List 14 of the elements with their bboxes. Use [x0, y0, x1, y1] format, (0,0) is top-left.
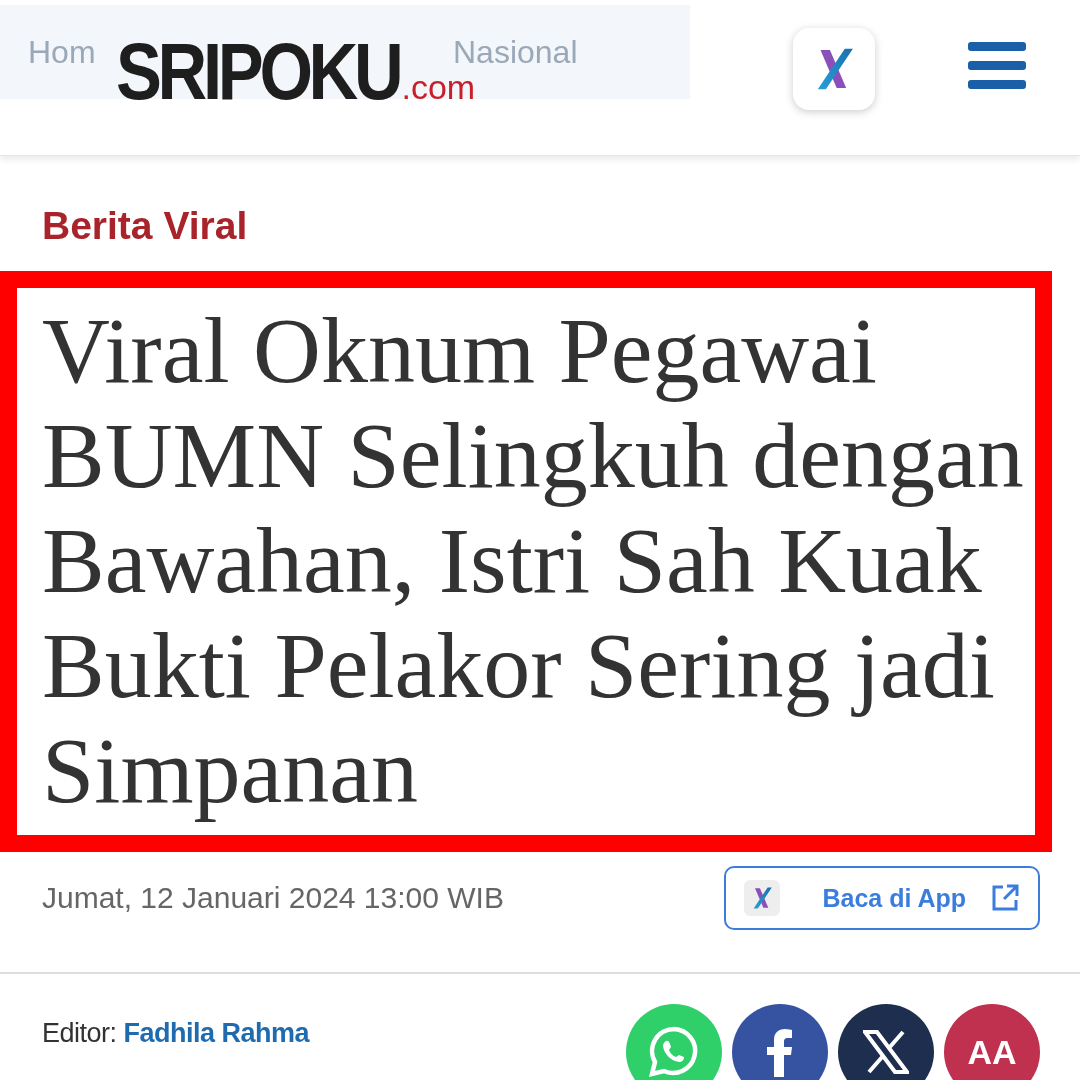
publish-date: Jumat, 12 Januari 2024 13:00 WIB [42, 881, 504, 915]
external-link-icon [990, 883, 1020, 913]
article-headline: Viral Oknum Pegawai BUMN Selingkuh dengan Bawahan, Istri Sah Kuak Bukti Pelakor Sering jadi Simpanan [42, 298, 1025, 823]
editor-credit: Editor: Fadhila Rahma [42, 1018, 310, 1049]
font-size-button[interactable]: AA [944, 1004, 1040, 1080]
read-in-app-button[interactable]: Baca di App [724, 866, 1040, 930]
menu-icon[interactable] [968, 40, 1028, 92]
facebook-icon [767, 1027, 793, 1077]
share-button[interactable] [838, 1004, 934, 1080]
editor-link[interactable]: Fadhila Rahma [123, 1018, 310, 1048]
share-button[interactable] [732, 1004, 828, 1080]
x-logo-icon [863, 1030, 909, 1074]
category-label[interactable]: Berita Viral [42, 204, 1080, 256]
app-button[interactable] [793, 28, 875, 110]
